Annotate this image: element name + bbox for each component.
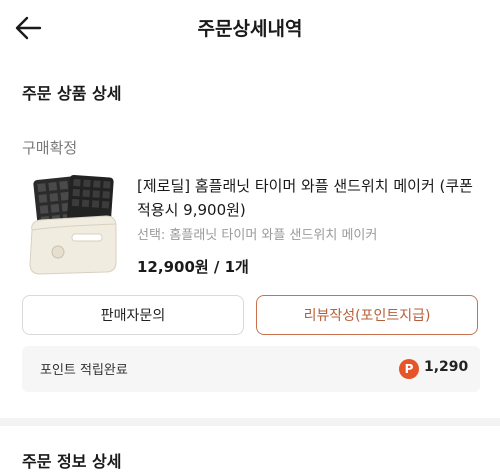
product-name[interactable]: [제로딜] 홈플래닛 타이머 와플 샌드위치 메이커 (쿠폰적용시 9,900원… xyxy=(137,174,482,222)
top-app-bar: 주문상세내역 xyxy=(0,0,500,56)
points-earned-box: 포인트 적립완료 P 1,290 xyxy=(22,346,480,392)
write-review-button[interactable]: 리뷰작성(포인트지급) xyxy=(256,295,478,335)
order-products-section-title: 주문 상품 상세 xyxy=(22,84,122,103)
seller-inquiry-button[interactable]: 판매자문의 xyxy=(22,295,244,335)
points-earned-label: 포인트 적립완료 xyxy=(40,363,128,378)
order-status-label: 구매확정 xyxy=(22,139,78,157)
section-divider xyxy=(0,418,500,426)
page-title: 주문상세내역 xyxy=(197,18,303,40)
points-earned-value: 1,290 xyxy=(424,359,469,375)
product-thumbnail[interactable] xyxy=(18,170,122,278)
product-price-quantity: 12,900원 / 1개 xyxy=(137,258,249,276)
order-info-section-title: 주문 정보 상세 xyxy=(22,452,122,471)
waffle-maker-image xyxy=(29,174,117,275)
point-coin-icon: P xyxy=(399,359,419,379)
product-option: 선택: 홈플래닛 타이머 와플 샌드위치 메이커 xyxy=(137,228,378,243)
